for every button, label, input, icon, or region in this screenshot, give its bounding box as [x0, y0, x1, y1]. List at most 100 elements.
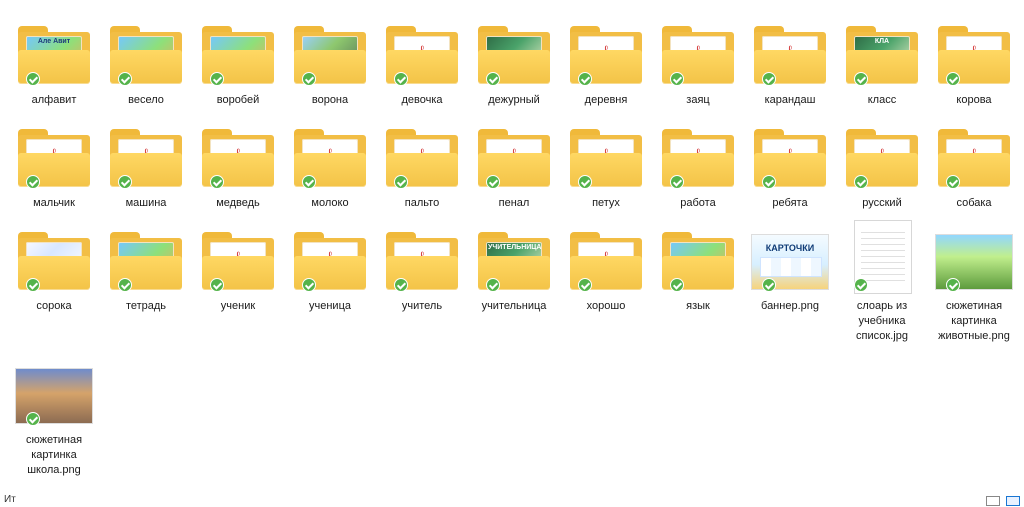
file-thumbnail [100, 14, 192, 86]
sync-check-icon [210, 278, 224, 292]
file-name-label: весело [128, 94, 164, 106]
sync-check-icon [762, 278, 776, 292]
preview-caption: УЧИТЕЛЬНИЦА [488, 244, 542, 251]
sync-check-icon [302, 72, 316, 86]
file-item[interactable]: ℓ корова [928, 14, 1020, 108]
file-item[interactable]: ℓ молоко [284, 117, 376, 211]
file-item[interactable]: тетрадь [100, 220, 192, 314]
view-buttons [986, 495, 1020, 507]
sync-check-icon [118, 278, 132, 292]
file-thumbnail: Але Авит [8, 14, 100, 86]
file-thumbnail: ℓ [376, 14, 468, 86]
file-name-label: алфавит [31, 94, 77, 106]
file-thumbnail: ℓ [652, 14, 744, 86]
sync-check-icon [210, 175, 224, 189]
file-name-label: корова [956, 94, 992, 106]
file-name-label: сюжетиная картинка школа.png [25, 434, 83, 476]
file-item[interactable]: ℓ ученик [192, 220, 284, 314]
file-name-label: ученица [309, 300, 351, 312]
file-item[interactable]: ℓ девочка [376, 14, 468, 108]
file-item[interactable]: ворона [284, 14, 376, 108]
file-item[interactable]: ℓ учитель [376, 220, 468, 314]
file-name-label: язык [686, 300, 710, 312]
file-item[interactable]: ℓ пенал [468, 117, 560, 211]
file-thumbnail: ℓ [560, 220, 652, 292]
file-thumbnail [100, 220, 192, 292]
file-item[interactable]: язык [652, 220, 744, 314]
file-thumbnail: ℓ [928, 14, 1020, 86]
file-name-label: молоко [311, 197, 349, 209]
sync-check-icon [394, 278, 408, 292]
file-name-label: хорошо [586, 300, 626, 312]
file-item[interactable]: воробей [192, 14, 284, 108]
file-thumbnail: ℓ [376, 220, 468, 292]
details-view-button[interactable] [986, 496, 1000, 506]
sync-check-icon [670, 175, 684, 189]
file-item[interactable]: ℓ пальто [376, 117, 468, 211]
sync-check-icon [118, 175, 132, 189]
file-item[interactable]: сюжетиная картинка животные.png [928, 220, 1020, 344]
file-name-label: слоарь из учебника список.jpg [856, 300, 908, 342]
file-name-label: ученик [220, 300, 256, 312]
sync-check-icon [854, 175, 868, 189]
file-item[interactable]: сюжетиная картинка школа.png [8, 354, 100, 478]
file-thumbnail: ℓ [744, 14, 836, 86]
status-bar: Ит [0, 494, 1024, 507]
file-item[interactable]: ℓ мальчик [8, 117, 100, 211]
file-item[interactable]: сорока [8, 220, 100, 314]
file-item[interactable]: ℓ петух [560, 117, 652, 211]
preview-caption: КЛА [874, 38, 890, 45]
file-item[interactable]: ℓ машина [100, 117, 192, 211]
file-name-label: воробей [216, 94, 260, 106]
file-item[interactable]: УЧИТЕЛЬНИЦА учительница [468, 220, 560, 314]
file-name-label: пальто [404, 197, 440, 209]
file-item[interactable]: ℓ карандаш [744, 14, 836, 108]
file-name-label: учительница [481, 300, 547, 312]
file-thumbnail: ℓ [652, 117, 744, 189]
file-name-label: баннер.png [761, 300, 819, 312]
file-item[interactable]: ℓ деревня [560, 14, 652, 108]
large-icons-view-button[interactable] [1006, 496, 1020, 506]
sync-check-icon [302, 175, 316, 189]
file-item[interactable]: дежурный [468, 14, 560, 108]
file-item[interactable]: ℓ медведь [192, 117, 284, 211]
file-item[interactable]: ℓ ученица [284, 220, 376, 314]
sync-check-icon [762, 175, 776, 189]
file-name-label: собака [956, 197, 992, 209]
file-thumbnail [468, 14, 560, 86]
file-item[interactable]: ℓ русский [836, 117, 928, 211]
file-item[interactable]: КАРТОЧКИ баннер.png [744, 220, 836, 314]
sync-check-icon [670, 72, 684, 86]
file-name-label: девочка [401, 94, 443, 106]
sync-check-icon [854, 72, 868, 86]
file-thumbnail: УЧИТЕЛЬНИЦА [468, 220, 560, 292]
sync-check-icon [946, 278, 960, 292]
file-item[interactable]: ℓ заяц [652, 14, 744, 108]
file-name-label: ворона [311, 94, 349, 106]
file-name-label: петух [592, 197, 620, 209]
file-name-label: медведь [216, 197, 260, 209]
file-name-label: сорока [36, 300, 72, 312]
file-thumbnail: ℓ [100, 117, 192, 189]
file-item[interactable]: КЛА класс [836, 14, 928, 108]
file-name-label: машина [125, 197, 167, 209]
file-name-label: карандаш [764, 94, 816, 106]
file-item[interactable]: ℓ хорошо [560, 220, 652, 314]
sync-check-icon [854, 278, 868, 292]
file-thumbnail: КАРТОЧКИ [744, 220, 836, 292]
file-item[interactable]: ℓ работа [652, 117, 744, 211]
file-name-label: дежурный [488, 94, 540, 106]
sync-check-icon [26, 412, 40, 426]
sync-check-icon [486, 175, 500, 189]
file-item[interactable]: весело [100, 14, 192, 108]
banner-title: КАРТОЧКИ [765, 243, 815, 253]
file-thumbnail: ℓ [192, 117, 284, 189]
file-item[interactable]: ℓ собака [928, 117, 1020, 211]
file-item[interactable]: слоарь из учебника список.jpg [836, 220, 928, 344]
preview-caption: Але Авит [37, 38, 71, 45]
file-item[interactable]: ℓ ребята [744, 117, 836, 211]
file-name-label: заяц [686, 94, 710, 106]
file-name-label: учитель [401, 300, 443, 312]
sync-check-icon [26, 72, 40, 86]
file-item[interactable]: Але Авит алфавит [8, 14, 100, 108]
